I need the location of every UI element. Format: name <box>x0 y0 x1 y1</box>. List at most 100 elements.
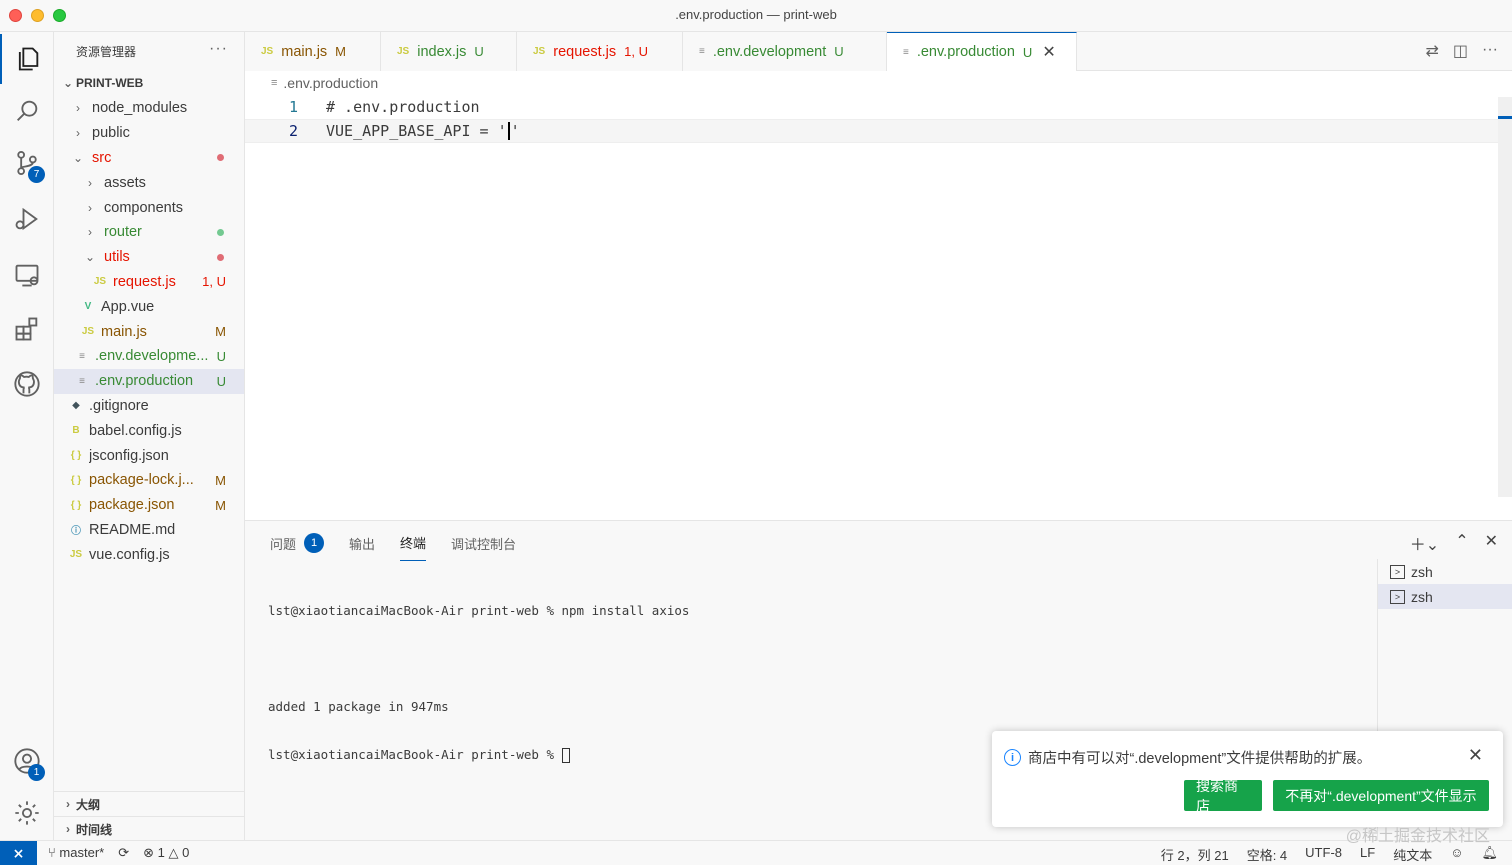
terminal-item[interactable]: > zsh <box>1378 584 1512 609</box>
tab-problems[interactable]: 问题 1 <box>270 533 325 561</box>
run-debug-activity[interactable] <box>0 194 54 244</box>
code-line-2[interactable]: 2 VUE_APP_BASE_API = ' ' <box>245 119 1512 143</box>
github-icon <box>14 371 40 397</box>
chevron-right-icon: › <box>88 175 92 190</box>
status-right: 行 2，列 21 空格: 4 UTF-8 LF 纯文本 ☺ 🔔︎ <box>1161 845 1498 864</box>
encoding[interactable]: UTF-8 <box>1305 845 1342 864</box>
problems-indicator[interactable]: ⊗ 1 △ 0 <box>143 845 189 861</box>
tab-label: index.js <box>417 43 467 60</box>
tree-item[interactable]: Bbabel.config.js <box>54 418 244 443</box>
terminal-cursor <box>561 748 570 763</box>
close-notification-icon[interactable]: ✕ <box>1468 745 1483 766</box>
new-terminal-icon[interactable]: ＋⌄ <box>1410 531 1439 555</box>
file-tree: › node_modules › public ⌄ src › assets › componen… <box>54 96 244 567</box>
terminal-line: added 1 package in 947ms <box>268 699 449 714</box>
tree-item-label: public <box>92 125 130 142</box>
tab-status: 1, U <box>624 44 648 59</box>
chevron-right-icon: › <box>76 126 80 141</box>
tree-item-label: components <box>104 199 183 216</box>
file-type-icon: { } <box>70 450 82 462</box>
editor-tab[interactable]: ≡ .env.development U <box>683 32 887 71</box>
maximize-panel-icon[interactable]: ⌃ <box>1455 531 1468 555</box>
language-mode[interactable]: 纯文本 <box>1393 845 1432 864</box>
tree-item[interactable]: › components <box>54 195 244 220</box>
code-line-1[interactable]: 1 # .env.production <box>245 95 1512 119</box>
close-panel-icon[interactable]: ✕ <box>1485 531 1498 555</box>
editor-tab[interactable]: JS request.js 1, U <box>517 32 683 71</box>
explorer-activity[interactable] <box>0 34 54 84</box>
terminal-output[interactable]: lst@xiaotiancaiMacBook-Air print-web % n… <box>268 571 689 795</box>
extensions-activity[interactable] <box>0 304 54 354</box>
source-control-activity[interactable]: 7 <box>0 138 54 188</box>
tree-item[interactable]: ⌄ utils <box>54 245 244 270</box>
status-left: ⑂ master* ⟳ ⊗ 1 △ 0 <box>48 845 189 861</box>
tree-item[interactable]: ⓘ README.md <box>54 518 244 543</box>
remote-explorer-activity[interactable] <box>0 250 54 300</box>
tab-terminal[interactable]: 终端 <box>400 533 427 561</box>
editor-scrollbar[interactable] <box>1498 97 1512 497</box>
tree-item[interactable]: ≡ .env.production U <box>54 368 244 394</box>
project-section[interactable]: ⌄ PRINT-WEB <box>54 70 244 96</box>
editor-actions: ⇄ ◫ ··· <box>1425 41 1498 61</box>
text-cursor <box>507 122 510 140</box>
info-icon: i <box>1004 749 1021 766</box>
search-activity[interactable] <box>0 86 54 136</box>
outline-section[interactable]: › 大纲 <box>54 791 245 816</box>
search-icon <box>17 100 38 121</box>
watermark: @稀土掘金技术社区 <box>1345 828 1490 845</box>
tree-item[interactable]: › node_modules <box>54 96 244 121</box>
tree-item-label: .env.production <box>95 373 194 390</box>
file-type-icon: JS <box>81 326 95 338</box>
file-type-icon: JS <box>261 46 274 57</box>
remote-indicator[interactable]: ⨯ <box>0 841 37 865</box>
tree-item[interactable]: ≡ .env.developme... U <box>54 344 244 369</box>
more-icon[interactable]: ··· <box>1482 41 1498 61</box>
tree-item[interactable]: { } jsconfig.json <box>54 443 244 468</box>
tree-item[interactable]: › public <box>54 121 244 146</box>
tree-item[interactable]: JS main.js M <box>54 319 244 344</box>
chevron-right-icon: › <box>66 822 70 836</box>
remote-icon: ⨯ <box>12 845 25 861</box>
timeline-section[interactable]: › 时间线 <box>54 816 245 841</box>
tree-item-label: main.js <box>101 323 147 340</box>
tree-item[interactable]: ⌄ src <box>54 146 244 171</box>
editor-tab[interactable]: ≡ .env.production U ✕ <box>887 32 1077 71</box>
indentation[interactable]: 空格: 4 <box>1247 845 1287 864</box>
tree-item[interactable]: JS vue.config.js <box>54 542 244 567</box>
search-store-button[interactable]: 搜索商店 <box>1184 778 1262 814</box>
feedback-icon[interactable]: ☺ <box>1450 845 1463 864</box>
sync-icon[interactable]: ⟳ <box>118 845 129 861</box>
split-editor-icon[interactable]: ◫ <box>1453 41 1468 61</box>
tree-item[interactable]: › assets <box>54 170 244 195</box>
more-actions-button[interactable]: ··· <box>209 40 228 58</box>
manage-activity[interactable] <box>0 788 54 838</box>
tab-output[interactable]: 输出 <box>349 533 375 561</box>
tree-item[interactable]: ◆ .gitignore <box>54 394 244 419</box>
tab-debug-console[interactable]: 调试控制台 <box>451 533 516 561</box>
tree-item[interactable]: V App.vue <box>54 294 244 319</box>
tree-item[interactable]: › router <box>54 220 244 245</box>
branch-indicator[interactable]: ⑂ master* <box>48 845 104 861</box>
file-type-icon: ◆ <box>72 400 80 412</box>
tree-item[interactable]: { } package.json M <box>54 493 244 518</box>
timeline-label: 时间线 <box>76 822 113 837</box>
tree-item[interactable]: JS request.js 1, U <box>54 270 244 295</box>
accounts-activity[interactable]: 1 <box>0 736 54 786</box>
breadcrumb[interactable]: ≡ .env.production <box>245 71 1512 95</box>
github-activity[interactable] <box>0 359 54 409</box>
compare-changes-icon[interactable]: ⇄ <box>1425 41 1438 61</box>
close-tab-icon[interactable]: ✕ <box>1042 42 1055 62</box>
gear-icon <box>15 801 39 825</box>
editor-tab[interactable]: JS main.js M <box>245 32 381 71</box>
tree-item-label: node_modules <box>92 100 188 117</box>
cursor-position[interactable]: 行 2，列 21 <box>1161 845 1229 864</box>
editor-tab[interactable]: JS index.js U <box>381 32 517 71</box>
end-of-line[interactable]: LF <box>1360 845 1375 864</box>
do-not-show-button[interactable]: 不再对“.development”文件显示 <box>1273 780 1489 811</box>
tree-item[interactable]: { } package-lock.j... M <box>54 468 244 493</box>
terminal-item[interactable]: > zsh <box>1378 559 1512 584</box>
code-editor[interactable]: ≡ .env.production 1 # .env.production 2 … <box>245 71 1512 520</box>
tree-item-label: README.md <box>89 521 176 538</box>
notifications-bell-icon[interactable]: 🔔︎ <box>1481 845 1498 864</box>
